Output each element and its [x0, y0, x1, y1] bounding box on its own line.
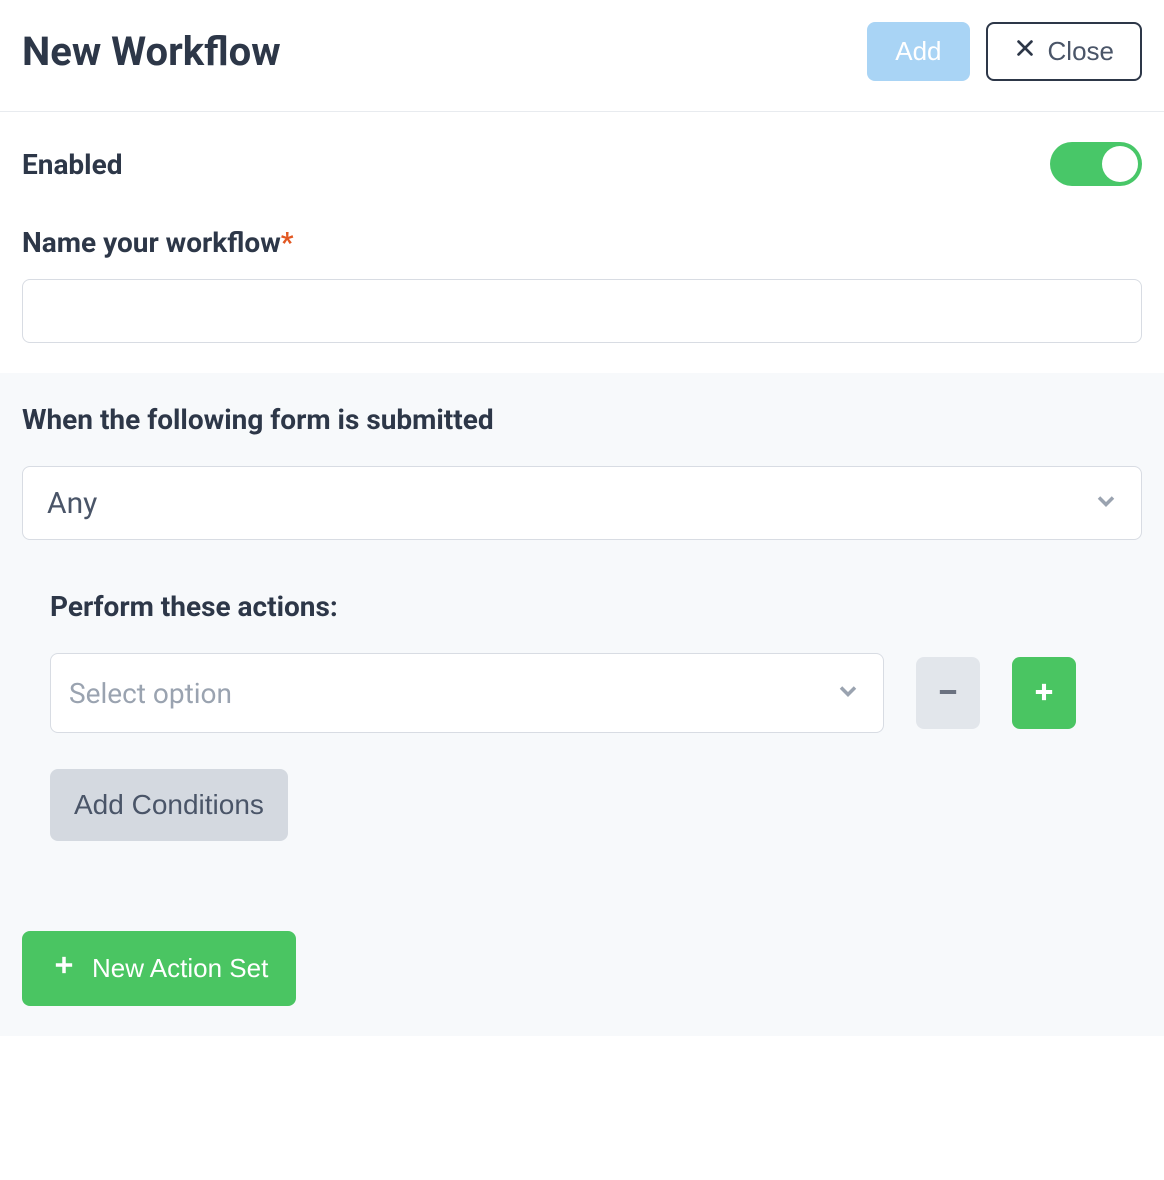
- remove-action-button[interactable]: [916, 657, 980, 729]
- settings-section: Enabled Name your workflow*: [0, 112, 1164, 373]
- enabled-row: Enabled: [22, 142, 1142, 186]
- action-row: Select option: [50, 653, 1114, 733]
- plus-icon: [1030, 678, 1058, 709]
- name-label: Name your workflow*: [22, 226, 1142, 259]
- add-conditions-button[interactable]: Add Conditions: [50, 769, 288, 841]
- workflow-name-input[interactable]: [22, 279, 1142, 343]
- add-button[interactable]: Add: [867, 22, 969, 81]
- add-action-button[interactable]: [1012, 657, 1076, 729]
- enabled-toggle[interactable]: [1050, 142, 1142, 186]
- action-select-wrap: Select option: [50, 653, 884, 733]
- new-action-set-button[interactable]: New Action Set: [22, 931, 296, 1006]
- action-select[interactable]: Select option: [50, 653, 884, 733]
- workflow-config-section: When the following form is submitted Any…: [0, 373, 1164, 1036]
- close-button[interactable]: Close: [986, 22, 1142, 81]
- enabled-label: Enabled: [22, 148, 122, 181]
- actions-block: Perform these actions: Select option: [22, 590, 1142, 841]
- name-field-group: Name your workflow*: [22, 226, 1142, 343]
- plus-icon: [50, 951, 78, 986]
- header-actions: Add Close: [867, 22, 1142, 81]
- close-icon: [1014, 37, 1036, 66]
- actions-heading: Perform these actions:: [50, 590, 1114, 623]
- required-indicator: *: [281, 226, 294, 259]
- form-select-wrap: Any: [22, 466, 1142, 540]
- form-trigger-select[interactable]: Any: [22, 466, 1142, 540]
- trigger-label: When the following form is submitted: [22, 403, 1142, 436]
- close-button-label: Close: [1048, 36, 1114, 67]
- page-title: New Workflow: [22, 28, 281, 75]
- toggle-knob: [1102, 146, 1138, 182]
- page-header: New Workflow Add Close: [0, 0, 1164, 112]
- minus-icon: [934, 678, 962, 709]
- add-button-label: Add: [895, 36, 941, 67]
